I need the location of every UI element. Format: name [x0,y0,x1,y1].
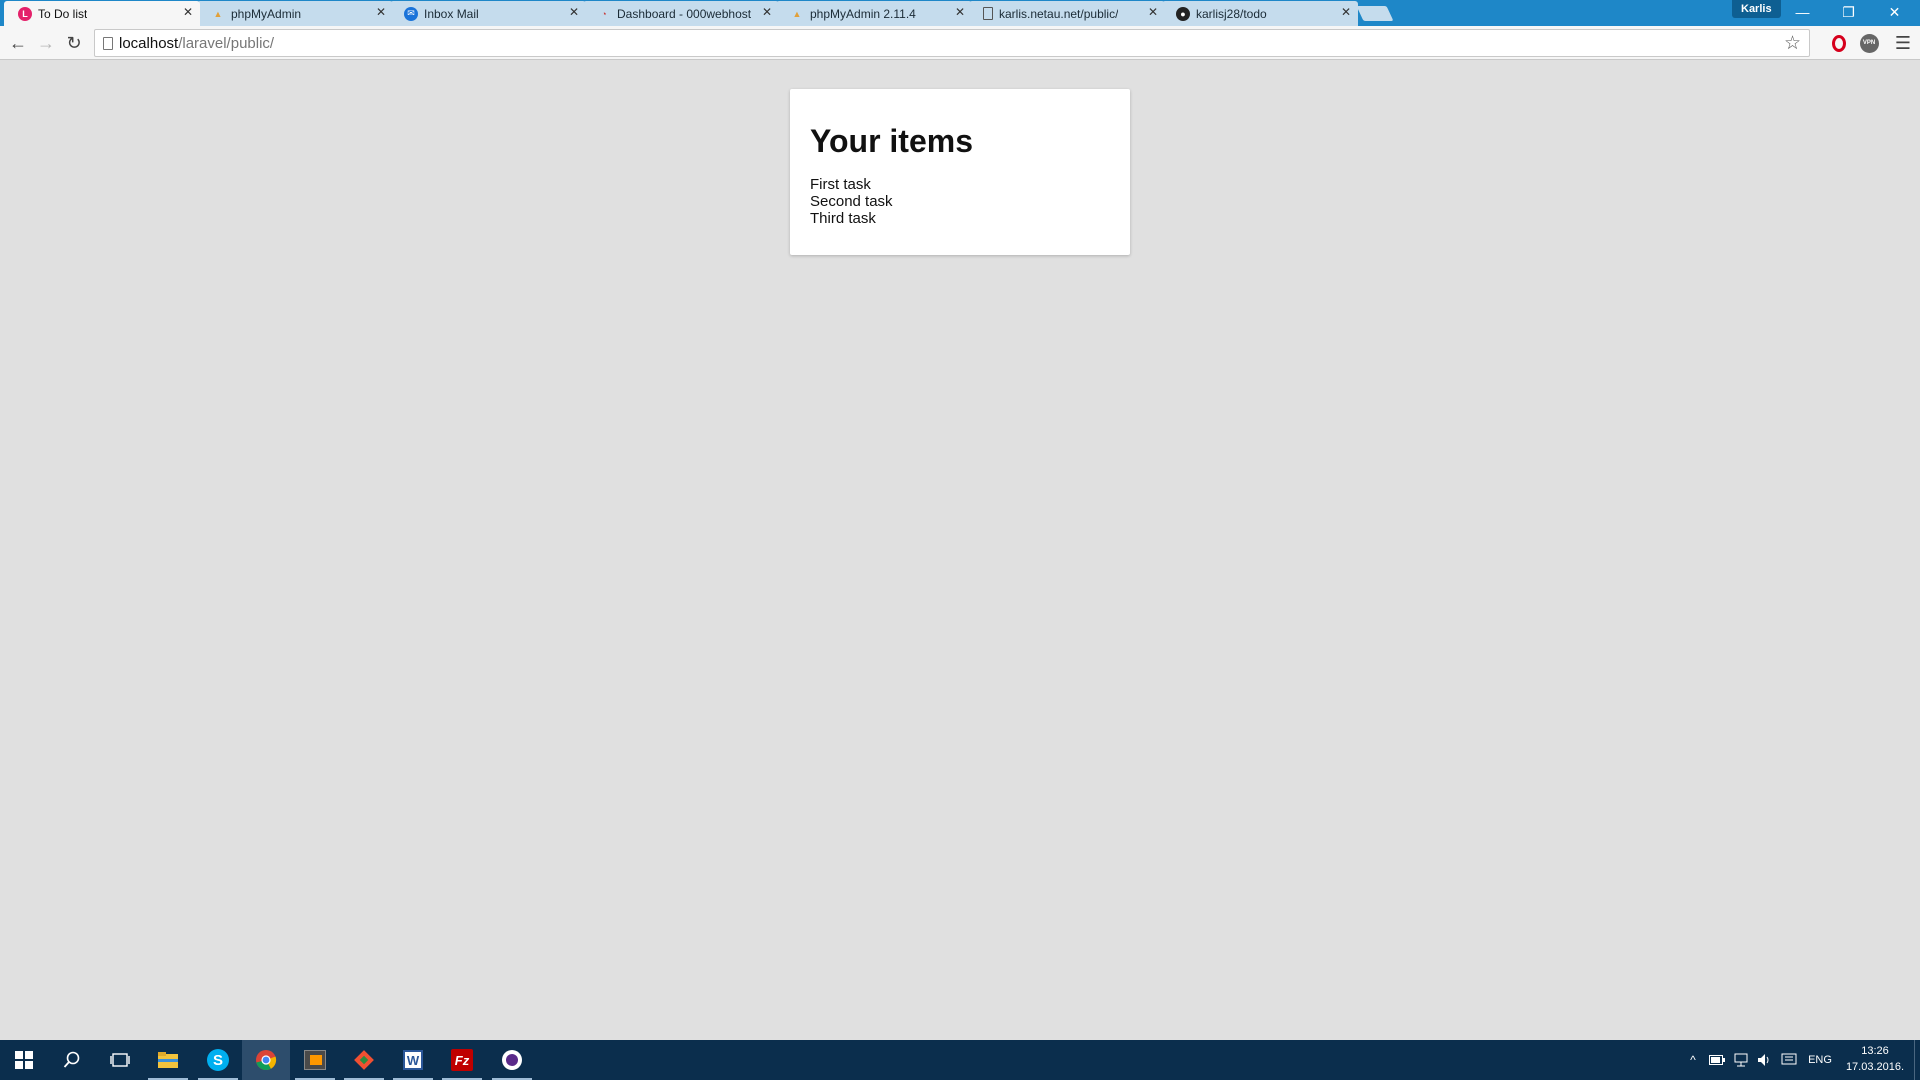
tab-github-todo[interactable]: ● karlisj28/todo ✕ [1162,1,1358,26]
webhost-icon: ◔ [601,8,607,19]
list-item: Third task [810,210,876,227]
todo-card: Your items First task Second task Third … [790,89,1130,255]
chevron-up-icon[interactable]: ^ [1684,1040,1702,1080]
network-icon[interactable] [1730,1040,1752,1080]
page-icon [983,7,993,20]
close-icon[interactable]: ✕ [183,5,193,19]
vpn-extension-icon[interactable]: VPN [1859,33,1879,53]
phpmyadmin-icon: ▲ [213,8,223,19]
tab-title: phpMyAdmin 2.11.4 [810,6,916,21]
tab-karlis-netau[interactable]: karlis.netau.net/public/ ✕ [969,1,1165,26]
tab-title: To Do list [38,6,88,21]
search-icon[interactable] [48,1040,96,1080]
windows-taskbar: S W Fz ^ ENG 13:26 17.03.2016. [0,1040,1920,1080]
page-info-icon[interactable] [103,37,113,50]
forward-arrow-icon[interactable]: → [34,31,58,55]
task-view-icon[interactable] [96,1040,144,1080]
tab-title: phpMyAdmin [231,6,302,21]
todo-list: First task Second task Third task [810,176,1110,227]
clock-time: 13:26 [1861,1045,1889,1057]
tab-inbox-mail[interactable]: ✉ Inbox Mail ✕ [390,1,586,26]
tab-phpmyadmin[interactable]: ▲ phpMyAdmin ✕ [197,1,393,26]
phpmyadmin-icon: ▲ [792,8,802,19]
tab-title: Dashboard - 000webhost [617,6,752,21]
clock[interactable]: 13:26 17.03.2016. [1840,1043,1910,1075]
tab-to-do-list[interactable]: L To Do list ✕ [4,1,200,26]
github-icon: ● [1176,6,1190,21]
laravel-icon: L [18,6,32,21]
page-title: Your items [810,123,973,159]
chrome-icon[interactable] [242,1040,290,1080]
filezilla-icon[interactable]: Fz [438,1040,486,1080]
file-explorer-icon[interactable] [144,1040,192,1080]
back-arrow-icon[interactable]: ← [6,31,30,55]
new-tab-button[interactable] [1356,6,1394,21]
word-icon[interactable]: W [389,1040,437,1080]
chrome-menu-icon[interactable]: ☰ [1893,33,1913,53]
windows-start-icon[interactable] [0,1040,48,1080]
action-center-icon[interactable] [1778,1040,1800,1080]
list-item: First task [810,176,871,193]
show-desktop-button[interactable] [1914,1040,1920,1080]
reload-icon[interactable]: ↻ [62,31,86,55]
battery-icon[interactable] [1706,1040,1728,1080]
browser-toolbar: ← → ↻ localhost/laravel/public/ ☆ VPN ☰ [0,26,1920,60]
volume-icon[interactable] [1754,1040,1776,1080]
restore-icon[interactable]: ❐ [1826,0,1871,24]
close-icon[interactable]: ✕ [1341,5,1351,19]
url-host: localhost [119,34,179,52]
opera-vpn-extension-icon[interactable] [1829,33,1849,53]
tab-title: karlis.netau.net/public/ [999,6,1119,21]
close-window-icon[interactable]: ✕ [1872,0,1917,24]
mail-icon: ✉ [404,6,418,21]
git-icon[interactable] [340,1040,388,1080]
url-path: /laravel/public/ [178,34,275,52]
app-icon[interactable] [488,1040,536,1080]
bookmark-star-icon[interactable]: ☆ [1784,32,1801,55]
clock-date: 17.03.2016. [1845,1061,1905,1073]
close-icon[interactable]: ✕ [376,5,386,19]
close-icon[interactable]: ✕ [569,5,579,19]
close-icon[interactable]: ✕ [1148,5,1158,19]
close-icon[interactable]: ✕ [762,5,772,19]
tab-title: Inbox Mail [424,6,479,21]
profile-button[interactable]: Karlis [1732,0,1781,18]
close-icon[interactable]: ✕ [955,5,965,19]
skype-icon[interactable]: S [194,1040,242,1080]
tab-title: karlisj28/todo [1196,6,1267,21]
browser-title-bar: L To Do list ✕ ▲ phpMyAdmin ✕ ✉ Inbox Ma… [0,0,1920,26]
address-bar[interactable]: localhost/laravel/public/ ☆ [94,29,1810,57]
sublime-text-icon[interactable] [291,1040,339,1080]
minimize-icon[interactable]: — [1780,0,1825,24]
language-indicator[interactable]: ENG [1804,1040,1836,1080]
tab-phpmyadmin-2-11-4[interactable]: ▲ phpMyAdmin 2.11.4 ✕ [776,1,972,26]
tab-dashboard-000webhost[interactable]: ◔ Dashboard - 000webhost ✕ [583,1,779,26]
list-item: Second task [810,193,893,210]
